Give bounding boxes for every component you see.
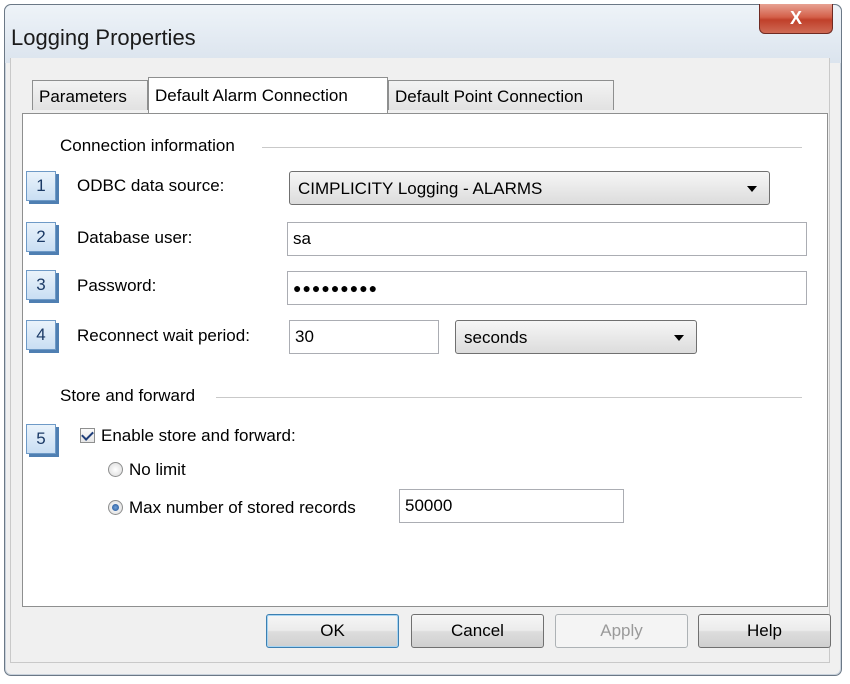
chevron-down-icon: [747, 186, 757, 192]
tab-label: Parameters: [39, 87, 127, 106]
step-badge-1: 1: [26, 171, 56, 201]
ok-button[interactable]: OK: [266, 614, 399, 648]
step-badge-5: 5: [26, 424, 56, 454]
tab-label: Default Point Connection: [395, 87, 584, 106]
database-user-label: Database user:: [77, 228, 193, 247]
tab-default-point-connection[interactable]: Default Point Connection: [388, 80, 614, 110]
tab-default-alarm-connection[interactable]: Default Alarm Connection: [148, 77, 388, 113]
enable-store-forward-label[interactable]: Enable store and forward:: [101, 426, 296, 446]
step-badge-3: 3: [26, 270, 56, 300]
help-button[interactable]: Help: [698, 614, 831, 648]
max-records-label[interactable]: Max number of stored records: [129, 498, 356, 518]
group-divider: [216, 397, 802, 398]
database-user-input[interactable]: sa: [287, 222, 807, 256]
password-input[interactable]: ●●●●●●●●●: [287, 271, 807, 305]
close-button[interactable]: X: [759, 4, 833, 34]
max-records-input[interactable]: 50000: [399, 489, 624, 523]
window-title: Logging Properties: [11, 25, 196, 50]
connection-info-group-title: Connection information: [60, 136, 241, 156]
apply-button[interactable]: Apply: [555, 614, 688, 648]
step-badge-4: 4: [26, 320, 56, 350]
max-records-radio[interactable]: [108, 500, 123, 515]
chevron-down-icon: [674, 335, 684, 341]
tab-label: Default Alarm Connection: [155, 86, 348, 105]
reconnect-wait-period-label: Reconnect wait period:: [77, 326, 250, 345]
close-icon: X: [789, 8, 802, 28]
cancel-button[interactable]: Cancel: [411, 614, 544, 648]
store-forward-group-title: Store and forward: [60, 386, 202, 406]
reconnect-unit-value: seconds: [464, 328, 528, 347]
checkmark-icon: [81, 428, 94, 441]
odbc-data-source-select[interactable]: CIMPLICITY Logging - ALARMS: [289, 171, 770, 205]
enable-store-forward-checkbox[interactable]: [80, 428, 95, 443]
no-limit-label[interactable]: No limit: [129, 460, 186, 480]
step-badge-2: 2: [26, 222, 56, 252]
radio-selected-dot: [112, 504, 119, 511]
odbc-data-source-value: CIMPLICITY Logging - ALARMS: [298, 179, 543, 198]
group-divider: [262, 147, 802, 148]
title-bar[interactable]: Logging Properties X: [5, 4, 841, 63]
odbc-data-source-label: ODBC data source:: [77, 176, 225, 195]
password-label: Password:: [77, 276, 157, 295]
no-limit-radio[interactable]: [108, 462, 123, 477]
tab-parameters[interactable]: Parameters: [32, 80, 148, 110]
reconnect-unit-select[interactable]: seconds: [455, 320, 697, 354]
reconnect-wait-period-input[interactable]: 30: [289, 320, 439, 354]
